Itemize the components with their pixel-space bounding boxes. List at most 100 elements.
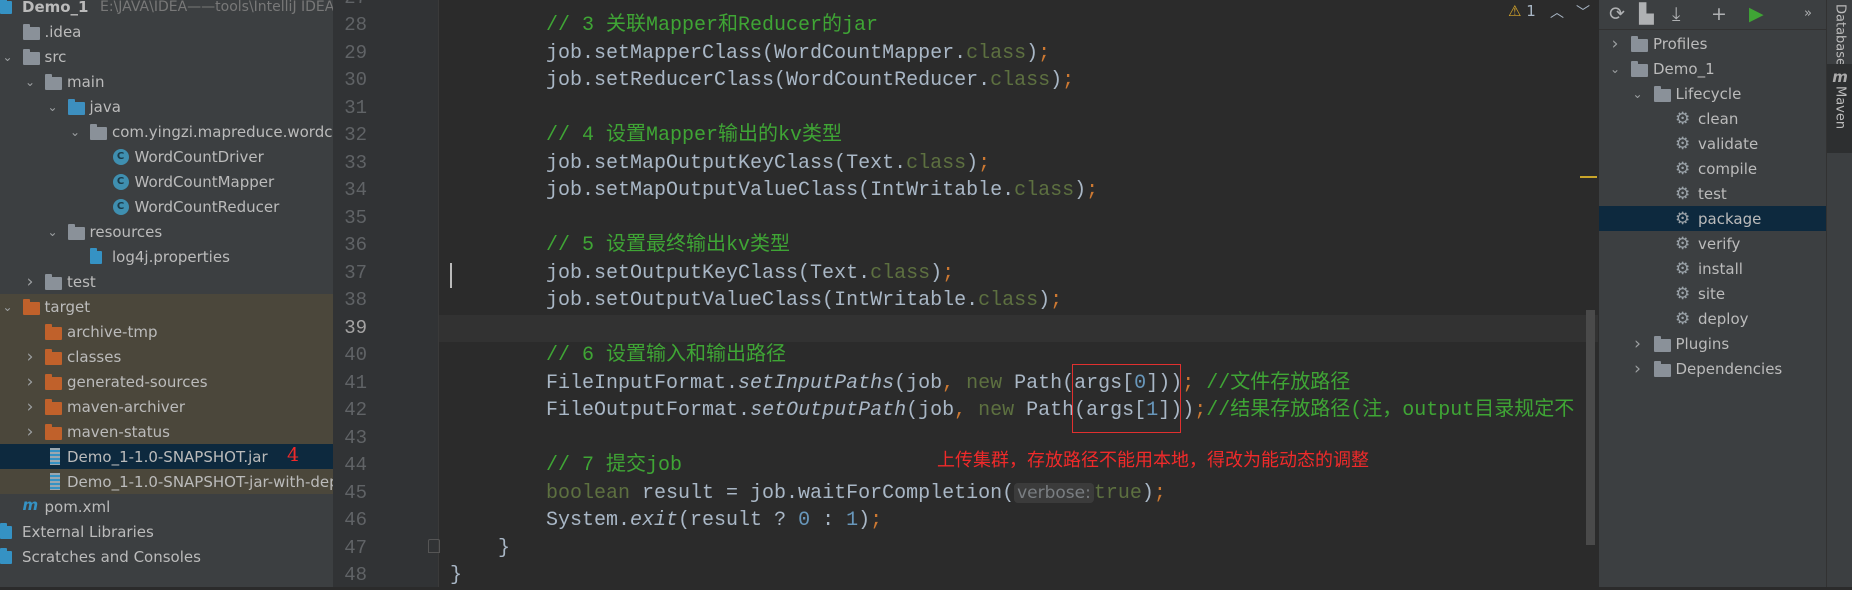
fold-marker-icon[interactable] — [428, 539, 440, 553]
chevron-down-icon[interactable]: ⌄ — [24, 75, 36, 89]
maven-tree-item[interactable]: ⚙ verify — [1599, 231, 1827, 256]
maven-tree-item[interactable]: ⚙ package — [1599, 206, 1827, 231]
tree-item[interactable]: ⌄ target — [0, 294, 333, 319]
more-icon[interactable]: » — [1804, 6, 1812, 21]
tree-item[interactable]: Demo_1 E:\JAVA\IDEA——tools\IntelliJ IDEA — [0, 0, 333, 19]
code-line[interactable]: job.setMapOutputKeyClass(Text.class); — [439, 150, 1598, 178]
chevron-down-icon[interactable]: ⌄ — [47, 100, 59, 114]
code-line[interactable]: job.setMapperClass(WordCountMapper.class… — [439, 40, 1598, 68]
code-line[interactable] — [439, 205, 1598, 233]
code-line[interactable]: System.exit(result ? 0 : 1); — [439, 507, 1598, 535]
chevron-down-icon[interactable]: ⌄ — [2, 50, 14, 64]
chevron-right-icon[interactable]: › — [1609, 34, 1621, 54]
chevron-right-icon[interactable]: › — [24, 397, 36, 417]
chevron-down-icon[interactable]: ⌄ — [1609, 62, 1621, 76]
tree-item[interactable]: › maven-archiver — [0, 394, 333, 419]
tree-item[interactable]: C WordCountMapper — [0, 169, 333, 194]
reload-icon[interactable]: ⟳ — [1609, 3, 1625, 25]
chevron-down-icon[interactable]: ⌄ — [69, 125, 81, 139]
maven-tree-item[interactable]: ⚙ install — [1599, 256, 1827, 281]
code-token: ) — [858, 509, 871, 533]
generate-sources-icon[interactable]: ▙ — [1639, 3, 1654, 25]
chevron-right-icon[interactable]: › — [24, 372, 36, 392]
maven-tree-item[interactable]: › Profiles — [1599, 31, 1827, 56]
warning-stripe-mark[interactable] — [1580, 176, 1597, 178]
code-line[interactable]: job.setOutputKeyClass(Text.class); — [439, 260, 1598, 288]
tree-item[interactable]: ⌄ resources — [0, 219, 333, 244]
maven-tree-item[interactable]: ⚙ validate — [1599, 131, 1827, 156]
run-icon[interactable]: ▶ — [1749, 3, 1764, 25]
code-line[interactable]: // 5 设置最终输出kv类型 — [439, 232, 1598, 260]
maven-tree-item[interactable]: ⌄ Demo_1 — [1599, 56, 1827, 81]
tree-item[interactable]: ⌄ com.yingzi.mapreduce.wordcount — [0, 119, 333, 144]
tree-item[interactable]: log4j.properties — [0, 244, 333, 269]
project-path: E:\JAVA\IDEA——tools\IntelliJ IDEA — [100, 0, 333, 15]
download-icon[interactable]: ⤓ — [1672, 3, 1680, 25]
code-line[interactable]: FileOutputFormat.setOutputPath(job, new … — [439, 397, 1598, 425]
maven-tree-item[interactable]: ⚙ deploy — [1599, 306, 1827, 331]
chevron-right-icon[interactable]: › — [24, 422, 36, 442]
chevron-down-icon[interactable]: ⌄ — [47, 225, 59, 239]
chevron-right-icon[interactable]: › — [1632, 359, 1644, 379]
tree-item[interactable]: C WordCountReducer — [0, 194, 333, 219]
code-line[interactable]: FileInputFormat.setInputPaths(job, new P… — [439, 370, 1598, 398]
maven-tree-item[interactable]: ⚙ clean — [1599, 106, 1827, 131]
chevron-down-icon[interactable]: ⌄ — [2, 300, 14, 314]
code-token: ; — [1153, 481, 1166, 505]
code-line[interactable] — [439, 95, 1598, 123]
tree-item[interactable]: › maven-status — [0, 419, 333, 444]
code-line[interactable]: } — [439, 535, 1598, 563]
code-line[interactable] — [439, 0, 1598, 12]
line-number: 38 — [344, 289, 367, 312]
previous-highlight-button[interactable]: ︿ — [1550, 2, 1564, 22]
code-line[interactable]: job.setOutputValueClass(IntWritable.clas… — [439, 287, 1598, 315]
gear-icon: ⚙ — [1675, 183, 1691, 204]
tree-item[interactable]: ⌄ main — [0, 69, 333, 94]
add-icon[interactable]: + — [1711, 3, 1727, 25]
tree-item-label: Demo_1 — [22, 0, 89, 16]
tree-item[interactable]: Demo_1-1.0-SNAPSHOT.jar — [0, 444, 333, 469]
class-icon: C — [112, 173, 129, 190]
tree-item[interactable]: archive-tmp — [0, 319, 333, 344]
code-editor[interactable]: // 3 关联Mapper和Reducer的jar job.setMapperC… — [438, 0, 1598, 587]
chevron-right-icon[interactable]: › — [24, 347, 36, 367]
code-line[interactable]: boolean result = job.waitForCompletion(v… — [439, 480, 1598, 508]
code-token: ) — [930, 261, 943, 285]
maven-tree-item[interactable]: ⚙ test — [1599, 181, 1827, 206]
editor-scrollbar[interactable] — [1586, 310, 1595, 545]
chevron-right-icon[interactable]: › — [24, 272, 36, 292]
code-line[interactable]: } — [439, 562, 1598, 587]
tree-item-label: resources — [89, 222, 163, 241]
code-line[interactable]: // 4 设置Mapper输出的kv类型 — [439, 122, 1598, 150]
maven-tree-item[interactable]: ⌄ Lifecycle — [1599, 81, 1827, 106]
maven-tree-item[interactable]: ⚙ compile — [1599, 156, 1827, 181]
tree-item[interactable]: › test — [0, 269, 333, 294]
chevron-down-icon[interactable]: ⌄ — [1632, 87, 1644, 101]
tree-item[interactable]: m pom.xml — [0, 494, 333, 519]
code-line[interactable]: // 3 关联Mapper和Reducer的jar — [439, 12, 1598, 40]
maven-tree-item[interactable]: › Plugins — [1599, 331, 1827, 356]
parameter-hint: verbose: — [1014, 482, 1094, 503]
chevron-right-icon[interactable]: › — [1632, 334, 1644, 354]
lifecycle-folder-icon — [1653, 86, 1671, 102]
tree-item[interactable]: › classes — [0, 344, 333, 369]
code-line[interactable]: // 6 设置输入和输出路径 — [439, 342, 1598, 370]
tree-item[interactable]: External Libraries — [0, 519, 333, 544]
tab-database[interactable]: Database — [1827, 0, 1852, 66]
tree-item[interactable]: C WordCountDriver — [0, 144, 333, 169]
tree-item[interactable]: ⌄ src — [0, 44, 333, 69]
tree-item[interactable]: Demo_1-1.0-SNAPSHOT-jar-with-dependencie… — [0, 469, 333, 494]
warnings-indicator[interactable]: ⚠ 1 — [1508, 2, 1536, 20]
tab-maven[interactable]: m Maven — [1827, 64, 1852, 153]
code-line[interactable]: job.setMapOutputValueClass(IntWritable.c… — [439, 177, 1598, 205]
tree-item[interactable]: Scratches and Consoles — [0, 544, 333, 569]
code-line[interactable] — [439, 314, 1598, 343]
maven-tree-item[interactable]: › Dependencies — [1599, 356, 1827, 381]
folder-orange-icon — [45, 374, 62, 390]
next-highlight-button[interactable]: ﹀ — [1576, 2, 1590, 22]
tree-item[interactable]: › generated-sources — [0, 369, 333, 394]
maven-tree-item[interactable]: ⚙ site — [1599, 281, 1827, 306]
tree-item[interactable]: ⌄ java — [0, 94, 333, 119]
tree-item[interactable]: .idea — [0, 19, 333, 44]
code-line[interactable]: job.setReducerClass(WordCountReducer.cla… — [439, 67, 1598, 95]
